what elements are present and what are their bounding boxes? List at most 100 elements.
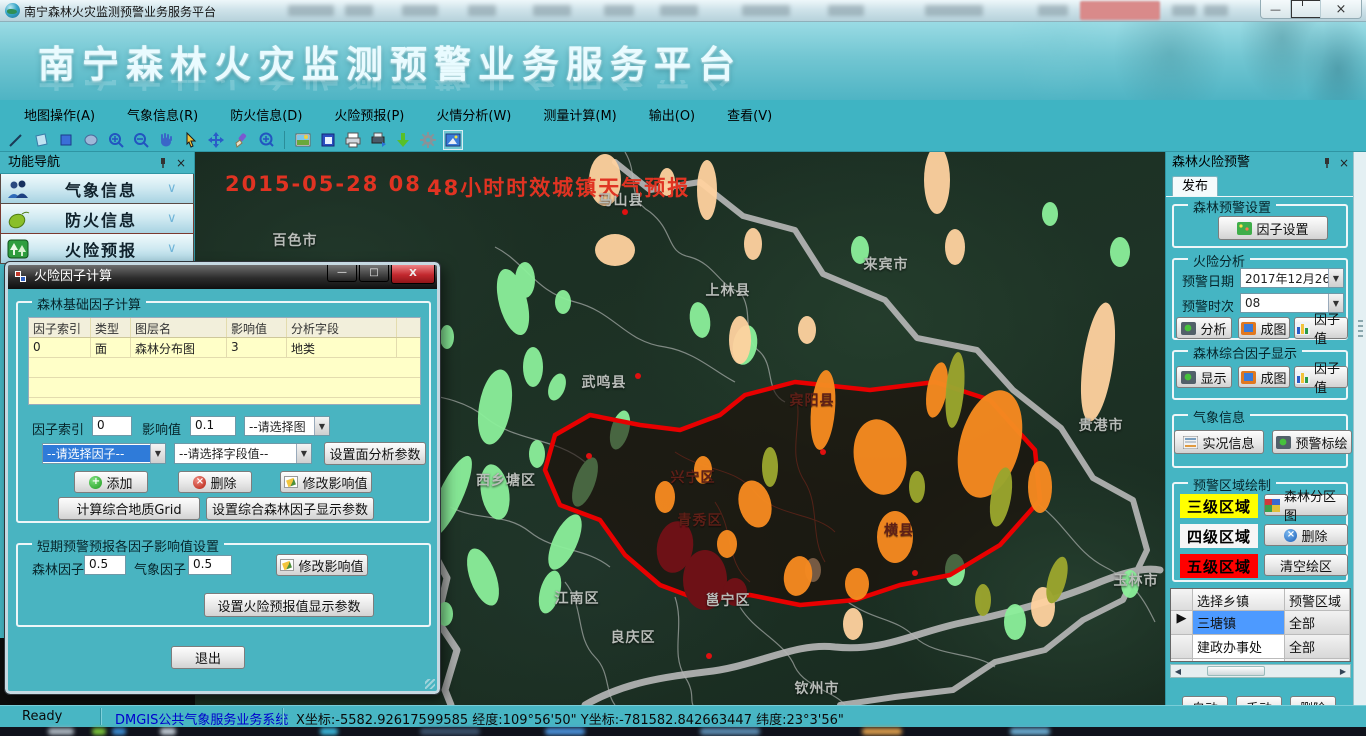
menu-view[interactable]: 查看(V): [713, 101, 786, 128]
modify-impact-button[interactable]: 修改影响值: [280, 471, 372, 493]
delete-region-button[interactable]: ×删除: [1264, 524, 1348, 546]
scroll-thumb[interactable]: [1207, 666, 1265, 676]
download-arrow-icon[interactable]: [393, 130, 413, 150]
add-button[interactable]: +添加: [74, 471, 148, 493]
towns-table[interactable]: 选择乡镇 预警区域 ▶ 三塘镇 全部 建政办事处 全部 昆仑镇 全部: [1170, 588, 1351, 662]
area-cell[interactable]: 全部: [1285, 659, 1350, 662]
forest-zone-map-button[interactable]: 森林分区图: [1264, 494, 1348, 516]
nav-item-weather-info[interactable]: 气象信息 ∨: [0, 174, 194, 204]
close-icon[interactable]: ×: [174, 156, 188, 170]
dialog-maximize-button[interactable]: □: [359, 265, 389, 282]
area-params-button[interactable]: 设置面分析参数: [324, 442, 426, 465]
fire-forecast-params-button[interactable]: 设置火险预报值显示参数: [204, 593, 374, 617]
start-orb[interactable]: [48, 728, 74, 735]
display-button[interactable]: 显示: [1176, 366, 1232, 388]
zoom-box-icon[interactable]: [256, 130, 276, 150]
town-row[interactable]: 建政办事处 全部: [1171, 635, 1350, 659]
live-info-button[interactable]: 实况信息: [1174, 430, 1264, 454]
cell: 3: [227, 338, 287, 357]
close-icon[interactable]: ×: [1337, 156, 1351, 170]
auto-button[interactable]: 自动: [1182, 696, 1228, 705]
analyze-button[interactable]: 分析: [1176, 317, 1232, 339]
menu-map-operations[interactable]: 地图操作(A): [10, 101, 109, 128]
select-arrow-icon[interactable]: [181, 130, 201, 150]
picture-icon[interactable]: [443, 130, 463, 150]
gear-icon[interactable]: [418, 130, 438, 150]
make-map-button-2[interactable]: 成图: [1238, 366, 1290, 388]
zoom-in-icon[interactable]: [106, 130, 126, 150]
pin-icon[interactable]: [156, 156, 170, 170]
scroll-left-icon[interactable]: ◀: [1171, 667, 1185, 676]
polygon-tool-icon[interactable]: [31, 130, 51, 150]
factor-value-button-2[interactable]: 因子值: [1294, 366, 1348, 388]
line-tool-icon[interactable]: [6, 130, 26, 150]
dialog-minimize-button[interactable]: —: [327, 265, 357, 282]
map-image-icon[interactable]: [293, 130, 313, 150]
delete-button[interactable]: ×删除: [178, 471, 252, 493]
menu-fire-risk-forecast[interactable]: 火险预报(P): [320, 101, 418, 128]
rectangle-tool-icon[interactable]: [56, 130, 76, 150]
level3-region-label[interactable]: 三级区域: [1180, 494, 1258, 518]
nav-panel-header: 功能导航 ×: [0, 152, 194, 174]
dialog-close-button[interactable]: X: [391, 265, 435, 284]
minimize-button[interactable]: —: [1261, 0, 1291, 18]
pin-icon[interactable]: [1320, 156, 1334, 170]
layer-select[interactable]: --请选择图▼: [244, 416, 330, 436]
menu-output[interactable]: 输出(O): [635, 101, 709, 128]
ellipse-tool-icon[interactable]: [81, 130, 101, 150]
tab-publish[interactable]: 发布: [1172, 176, 1218, 196]
panel-scrollbar[interactable]: [1353, 152, 1366, 705]
town-row[interactable]: ▶ 三塘镇 全部: [1171, 611, 1350, 635]
nav-item-fire-risk-forecast[interactable]: 火险预报 ∨: [0, 234, 194, 264]
modify-impact-button-2[interactable]: 修改影响值: [276, 554, 368, 576]
warn-plot-button[interactable]: 预警标绘: [1272, 430, 1352, 454]
pan-icon[interactable]: [156, 130, 176, 150]
forest-factor-input[interactable]: 0.5: [84, 555, 126, 575]
clear-draw-button[interactable]: 清空绘区: [1264, 554, 1348, 576]
menu-weather-info[interactable]: 气象信息(R): [113, 101, 212, 128]
blurred-red-button[interactable]: [1080, 1, 1160, 20]
dialog-titlebar[interactable]: 火险因子计算 — □ X: [8, 265, 437, 289]
warn-date-select[interactable]: 2017年12月26日▼: [1240, 268, 1344, 288]
close-button[interactable]: ×: [1321, 0, 1361, 18]
town-row[interactable]: 昆仑镇 全部: [1171, 659, 1350, 662]
menu-measurement[interactable]: 测量计算(M): [529, 101, 630, 128]
table-row[interactable]: 0 面 森林分布图 3 地类: [29, 338, 420, 358]
level5-region-label[interactable]: 五级区域: [1180, 554, 1258, 578]
menu-fire-analysis[interactable]: 火情分析(W): [422, 101, 525, 128]
impact-input[interactable]: 0.1: [190, 416, 236, 436]
scroll-right-icon[interactable]: ▶: [1336, 667, 1350, 676]
area-cell[interactable]: 全部: [1285, 611, 1350, 634]
nav-item-fire-prevention-info[interactable]: 防火信息 ∨: [0, 204, 194, 234]
factor-settings-button[interactable]: 因子设置: [1218, 216, 1328, 240]
printer-icon[interactable]: [343, 130, 363, 150]
factor-select[interactable]: --请选择因子--▼: [42, 443, 166, 464]
print-preview-icon[interactable]: [368, 130, 388, 150]
display-params-button[interactable]: 设置综合森林因子显示参数: [206, 497, 374, 520]
field-value-select[interactable]: --请选择字段值--▼: [174, 443, 312, 464]
calc-grid-button[interactable]: 计算综合地质Grid: [58, 497, 200, 520]
manual-button[interactable]: 手动: [1236, 696, 1282, 705]
book-icon[interactable]: [318, 130, 338, 150]
move-icon[interactable]: [206, 130, 226, 150]
delete-button-bottom[interactable]: 删除: [1290, 696, 1336, 705]
make-map-button[interactable]: 成图: [1238, 317, 1290, 339]
weather-factor-input[interactable]: 0.5: [188, 555, 232, 575]
chevron-down-icon[interactable]: ∨: [167, 241, 193, 256]
toolbar: [0, 128, 1366, 152]
os-taskbar[interactable]: [0, 727, 1366, 736]
factor-value-button[interactable]: 因子值: [1294, 317, 1348, 339]
factor-index-input[interactable]: 0: [92, 416, 132, 436]
factor-table[interactable]: 因子索引 类型 图层名 影响值 分析字段 0 面 森林分布图 3 地类: [28, 317, 421, 405]
towns-horizontal-scrollbar[interactable]: ◀ ▶: [1170, 664, 1351, 678]
chevron-down-icon[interactable]: ∨: [167, 181, 193, 196]
resize-grip[interactable]: [425, 679, 435, 689]
chevron-down-icon[interactable]: ∨: [167, 211, 193, 226]
identify-brush-icon[interactable]: [231, 130, 251, 150]
menu-fire-prevention[interactable]: 防火信息(D): [216, 101, 316, 128]
zoom-out-icon[interactable]: [131, 130, 151, 150]
level4-region-label[interactable]: 四级区域: [1180, 524, 1258, 548]
restore-button[interactable]: [1291, 0, 1321, 18]
exit-button[interactable]: 退出: [171, 646, 245, 669]
area-cell[interactable]: 全部: [1285, 635, 1350, 658]
